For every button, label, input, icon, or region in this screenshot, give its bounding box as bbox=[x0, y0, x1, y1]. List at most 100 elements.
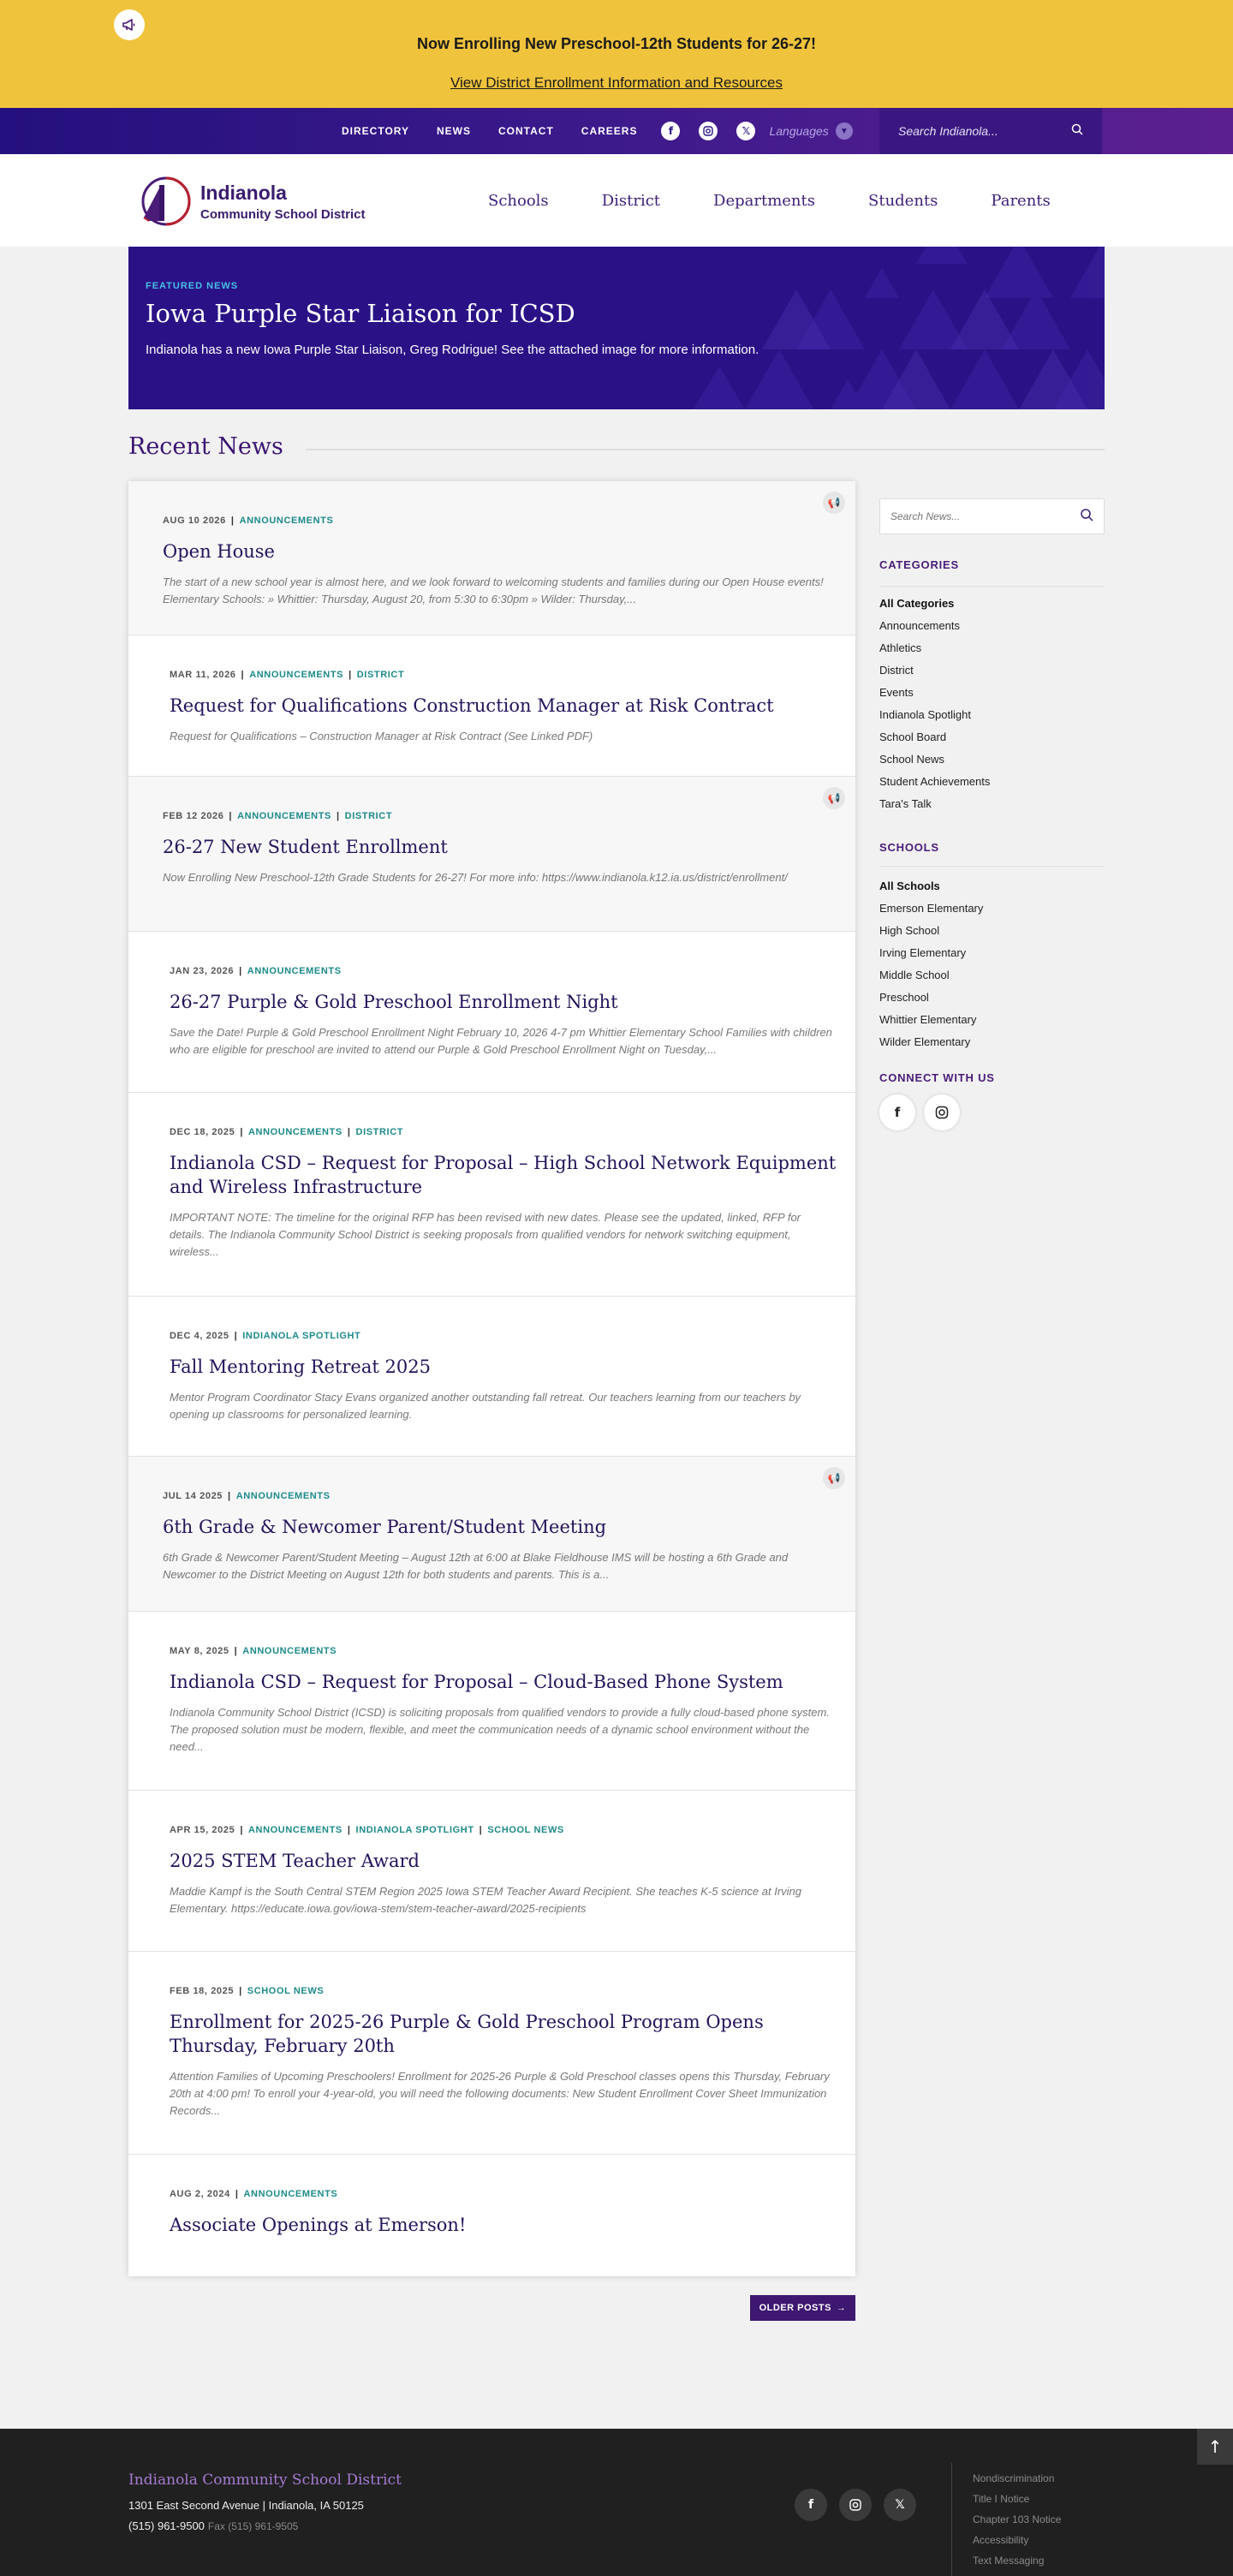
megaphone-icon: 📢 bbox=[823, 787, 845, 809]
post-category[interactable]: DISTRICT bbox=[356, 1127, 404, 1137]
school-item[interactable]: High School bbox=[879, 920, 983, 942]
site-header: Indianola Community School District Scho… bbox=[0, 154, 1233, 247]
footer-district-name: Indianola Community School District bbox=[128, 2472, 402, 2489]
nav-departments[interactable]: Departments bbox=[713, 192, 815, 210]
post-category[interactable]: DISTRICT bbox=[345, 811, 393, 821]
footer-link[interactable]: Text Messaging bbox=[973, 2550, 1061, 2571]
district-logo[interactable]: Indianola Community School District bbox=[135, 175, 366, 228]
facebook-icon[interactable]: f bbox=[795, 2489, 827, 2521]
schools-heading: SCHOOLS bbox=[879, 841, 939, 854]
school-item[interactable]: Wilder Elementary bbox=[879, 1031, 983, 1053]
post-category[interactable]: ANNOUNCEMENTS bbox=[236, 1491, 331, 1501]
category-item[interactable]: School News bbox=[879, 748, 990, 771]
post-category[interactable]: SCHOOL NEWS bbox=[487, 1825, 564, 1835]
featured-title[interactable]: Iowa Purple Star Liaison for ICSD bbox=[146, 299, 575, 328]
post-date: DEC 4, 2025 bbox=[170, 1331, 229, 1341]
post-title[interactable]: Associate Openings at Emerson! bbox=[170, 2213, 838, 2237]
post-category[interactable]: ANNOUNCEMENTS bbox=[237, 811, 331, 821]
utility-link-contact[interactable]: CONTACT bbox=[498, 125, 554, 137]
post-category[interactable]: DISTRICT bbox=[357, 670, 405, 680]
post-title[interactable]: Enrollment for 2025-26 Purple & Gold Pre… bbox=[170, 2010, 838, 2058]
arrow-right-icon: → bbox=[836, 2303, 847, 2313]
category-item[interactable]: Student Achievements bbox=[879, 771, 990, 793]
x-twitter-icon[interactable]: 𝕏 bbox=[884, 2489, 916, 2521]
category-item[interactable]: Events bbox=[879, 682, 990, 704]
nav-parents[interactable]: Parents bbox=[991, 192, 1050, 210]
facebook-icon[interactable]: f bbox=[661, 122, 681, 140]
post-title[interactable]: Indianola CSD – Request for Proposal – C… bbox=[170, 1670, 838, 1694]
facebook-icon[interactable]: f bbox=[879, 1094, 915, 1130]
post-date: MAR 11, 2026 bbox=[170, 670, 236, 680]
news-post: APR 15, 2025 | ANNOUNCEMENTS | INDIANOLA SPO… bbox=[128, 1791, 855, 1952]
footer-phone-number[interactable]: (515) 961-9500 bbox=[128, 2519, 205, 2532]
category-item[interactable]: Indianola Spotlight bbox=[879, 704, 990, 726]
school-item[interactable]: Middle School bbox=[879, 964, 983, 987]
category-item[interactable]: Tara's Talk bbox=[879, 793, 990, 815]
instagram-icon[interactable] bbox=[924, 1094, 960, 1130]
category-item[interactable]: Athletics bbox=[879, 637, 990, 659]
post-category[interactable]: SCHOOL NEWS bbox=[247, 1986, 325, 1996]
post-category[interactable]: INDIANOLA SPOTLIGHT bbox=[242, 1331, 360, 1341]
post-title[interactable]: 2025 STEM Teacher Award bbox=[170, 1849, 838, 1873]
post-category[interactable]: ANNOUNCEMENTS bbox=[242, 1646, 337, 1656]
utility-link-careers[interactable]: CAREERS bbox=[581, 125, 638, 137]
post-category[interactable]: INDIANOLA SPOTLIGHT bbox=[356, 1825, 474, 1835]
post-title[interactable]: Fall Mentoring Retreat 2025 bbox=[170, 1355, 838, 1379]
x-twitter-icon[interactable]: 𝕏 bbox=[736, 122, 756, 140]
post-title[interactable]: Request for Qualifications Construction … bbox=[170, 694, 838, 718]
school-item[interactable]: Irving Elementary bbox=[879, 942, 983, 964]
nav-schools[interactable]: Schools bbox=[488, 192, 549, 210]
post-date: FEB 18, 2025 bbox=[170, 1986, 235, 1996]
footer-link[interactable]: Nondiscrimination bbox=[973, 2468, 1061, 2489]
school-item[interactable]: Whittier Elementary bbox=[879, 1009, 983, 1031]
footer-link[interactable]: Accessibility bbox=[973, 2530, 1061, 2550]
featured-description: Indianola has a new Iowa Purple Star Lia… bbox=[146, 343, 759, 357]
category-item[interactable]: School Board bbox=[879, 726, 990, 748]
post-category[interactable]: ANNOUNCEMENTS bbox=[240, 516, 334, 526]
site-search bbox=[879, 108, 1102, 154]
utility-link-news[interactable]: NEWS bbox=[437, 125, 471, 137]
nav-students[interactable]: Students bbox=[868, 192, 938, 210]
category-item[interactable]: Announcements bbox=[879, 615, 990, 637]
post-title[interactable]: 26-27 New Student Enrollment bbox=[163, 835, 838, 859]
news-search-input[interactable] bbox=[890, 510, 1080, 522]
post-category[interactable]: ANNOUNCEMENTS bbox=[249, 670, 343, 680]
search-icon[interactable] bbox=[1080, 508, 1093, 525]
post-meta: DEC 18, 2025 | ANNOUNCEMENTS | DISTRICT bbox=[170, 1127, 404, 1137]
footer-link[interactable]: Title I Notice bbox=[973, 2489, 1061, 2509]
language-selector[interactable]: Languages ▼ bbox=[769, 122, 853, 140]
category-item[interactable]: District bbox=[879, 659, 990, 682]
news-post: AUG 2, 2024 | ANNOUNCEMENTS Associate Open… bbox=[128, 2155, 855, 2276]
nav-district[interactable]: District bbox=[602, 192, 660, 210]
post-title[interactable]: 6th Grade & Newcomer Parent/Student Meet… bbox=[163, 1515, 838, 1539]
instagram-icon[interactable] bbox=[839, 2489, 872, 2521]
post-title[interactable]: Indianola CSD – Request for Proposal – H… bbox=[170, 1151, 838, 1199]
post-title[interactable]: 26-27 Purple & Gold Preschool Enrollment… bbox=[170, 990, 838, 1014]
older-posts-button[interactable]: OLDER POSTS → bbox=[750, 2295, 855, 2321]
footer-links: Nondiscrimination Title I Notice Chapter… bbox=[973, 2468, 1061, 2571]
site-search-input[interactable] bbox=[898, 124, 1071, 138]
post-excerpt: Now Enrolling New Preschool-12th Grade S… bbox=[163, 871, 788, 884]
footer-link[interactable]: Chapter 103 Notice bbox=[973, 2509, 1061, 2530]
alert-link[interactable]: View District Enrollment Information and… bbox=[0, 75, 1233, 92]
post-title[interactable]: Open House bbox=[163, 540, 838, 564]
back-to-top-button[interactable]: ↑ bbox=[1197, 2429, 1233, 2465]
school-item[interactable]: Emerson Elementary bbox=[879, 897, 983, 920]
post-date: FEB 12 2026 bbox=[163, 811, 224, 821]
instagram-icon[interactable] bbox=[699, 122, 718, 140]
post-category[interactable]: ANNOUNCEMENTS bbox=[248, 1127, 342, 1137]
post-category[interactable]: ANNOUNCEMENTS bbox=[248, 1825, 342, 1835]
triangle-pattern bbox=[694, 247, 1105, 409]
school-item[interactable]: Preschool bbox=[879, 987, 983, 1009]
footer-address: 1301 East Second Avenue | Indianola, IA … bbox=[128, 2499, 364, 2512]
post-category[interactable]: ANNOUNCEMENTS bbox=[247, 966, 342, 976]
post-excerpt: Indianola Community School District (ICS… bbox=[170, 1706, 830, 1753]
utility-link-directory[interactable]: DIRECTORY bbox=[342, 125, 409, 137]
featured-news-banner[interactable]: FEATURED NEWS Iowa Purple Star Liaison f… bbox=[128, 247, 1105, 409]
post-category[interactable]: ANNOUNCEMENTS bbox=[244, 2189, 338, 2199]
search-icon[interactable] bbox=[1071, 123, 1083, 139]
news-post: DEC 4, 2025 | INDIANOLA SPOTLIGHT Fall Men… bbox=[128, 1297, 855, 1457]
school-item[interactable]: All Schools bbox=[879, 875, 983, 897]
category-item[interactable]: All Categories bbox=[879, 593, 990, 615]
post-meta: DEC 4, 2025 | INDIANOLA SPOTLIGHT bbox=[170, 1331, 361, 1341]
